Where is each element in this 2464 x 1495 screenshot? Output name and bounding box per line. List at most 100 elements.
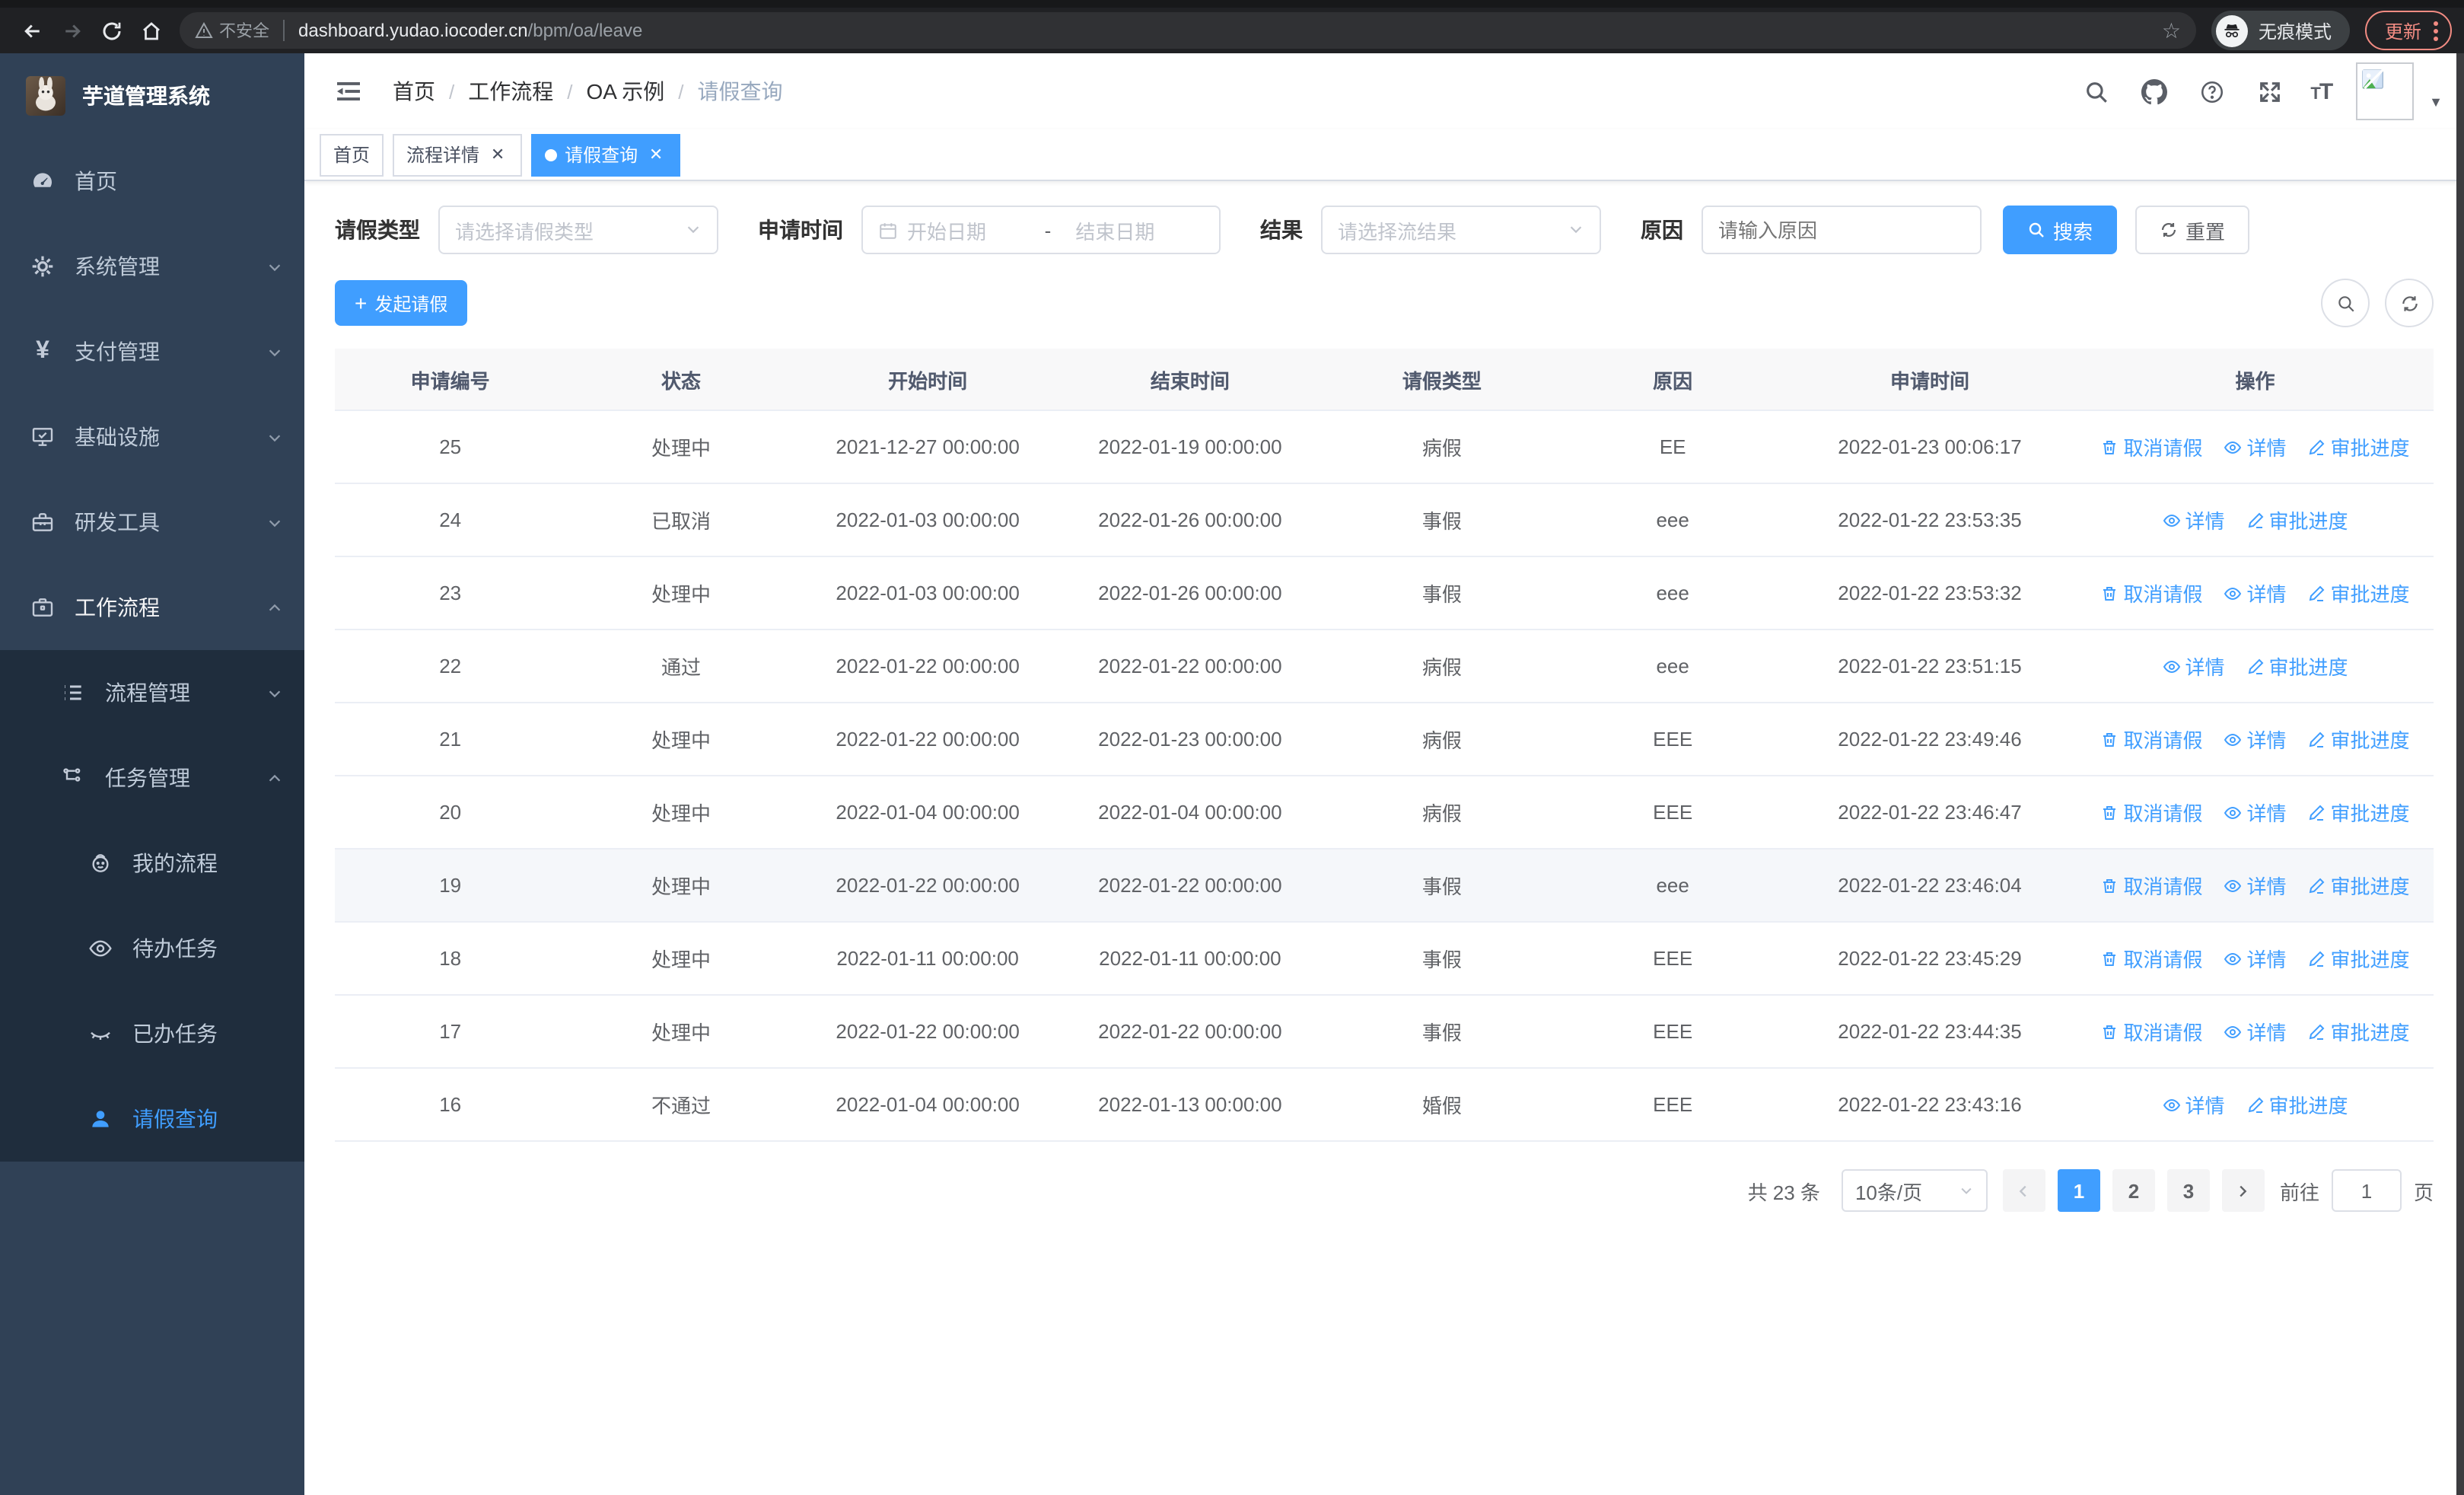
sidebar-item-todo-tasks[interactable]: 待办任务 bbox=[0, 906, 304, 991]
approval-progress-action[interactable]: 审批进度 bbox=[2308, 944, 2410, 973]
search-icon bbox=[2338, 295, 2354, 311]
broken-image-icon bbox=[2362, 69, 2384, 90]
pagination: 共 23 条 10条/页 123 前往 1 页 bbox=[335, 1169, 2434, 1212]
detail-action[interactable]: 详情 bbox=[2224, 871, 2287, 900]
detail-action[interactable]: 详情 bbox=[2224, 798, 2287, 827]
sidebar-collapse-icon[interactable] bbox=[326, 69, 371, 114]
sidebar-item-task-mgmt[interactable]: 任务管理 bbox=[0, 735, 304, 821]
not-secure-badge[interactable]: 不安全 bbox=[195, 18, 269, 43]
leave-type-select[interactable]: 请选择请假类型 bbox=[438, 206, 718, 254]
sidebar-item-dev-tools[interactable]: 研发工具 bbox=[0, 480, 304, 565]
page-button-1[interactable]: 1 bbox=[2057, 1169, 2100, 1212]
tag-leave-query[interactable]: 请假查询 ✕ bbox=[531, 133, 681, 176]
sidebar-item-label: 待办任务 bbox=[132, 936, 218, 961]
approval-progress-action[interactable]: 审批进度 bbox=[2308, 798, 2410, 827]
edit-icon bbox=[2310, 1023, 2325, 1039]
detail-action[interactable]: 详情 bbox=[2163, 505, 2225, 534]
github-icon[interactable] bbox=[2137, 75, 2170, 108]
sidebar-item-system[interactable]: 系统管理 bbox=[0, 224, 304, 309]
browser-menu-icon[interactable] bbox=[2434, 21, 2438, 40]
tag-process-detail[interactable]: 流程详情 ✕ bbox=[393, 133, 523, 176]
cell-leave-type: 事假 bbox=[1321, 483, 1563, 557]
breadcrumb-home[interactable]: 首页 bbox=[393, 76, 435, 107]
sidebar-item-my-process[interactable]: 我的流程 bbox=[0, 821, 304, 906]
approval-progress-action[interactable]: 审批进度 bbox=[2308, 1017, 2410, 1046]
avatar[interactable] bbox=[2356, 62, 2415, 120]
reason-input[interactable] bbox=[1702, 206, 1982, 254]
create-leave-button[interactable]: + 发起请假 bbox=[335, 280, 468, 326]
cell-start-time: 2022-01-03 00:00:00 bbox=[796, 556, 1059, 630]
reload-icon[interactable] bbox=[91, 11, 131, 50]
tag-home[interactable]: 首页 bbox=[320, 133, 384, 176]
back-icon[interactable] bbox=[12, 11, 52, 50]
cancel-leave-action[interactable]: 取消请假 bbox=[2100, 725, 2203, 754]
prev-page-button[interactable] bbox=[2002, 1169, 2045, 1212]
reset-button[interactable]: 重置 bbox=[2135, 206, 2250, 254]
approval-progress-action[interactable]: 审批进度 bbox=[2308, 871, 2410, 900]
detail-action[interactable]: 详情 bbox=[2224, 432, 2287, 461]
cancel-leave-action[interactable]: 取消请假 bbox=[2100, 432, 2203, 461]
cell-apply-id: 16 bbox=[335, 1068, 566, 1142]
scrollbar[interactable] bbox=[2456, 53, 2464, 1495]
search-button[interactable]: 搜索 bbox=[2003, 206, 2118, 254]
bookmark-star-icon[interactable]: ☆ bbox=[2162, 20, 2181, 41]
cell-start-time: 2022-01-22 00:00:00 bbox=[796, 849, 1059, 923]
sidebar-logo[interactable]: 芋道管理系统 bbox=[0, 53, 304, 139]
cell-status: 处理中 bbox=[565, 703, 797, 776]
sidebar-item-infrastructure[interactable]: 基础设施 bbox=[0, 394, 304, 480]
sidebar-item-home[interactable]: 首页 bbox=[0, 139, 304, 224]
approval-progress-action[interactable]: 审批进度 bbox=[2308, 432, 2410, 461]
cell-end-time: 2022-01-23 00:00:00 bbox=[1059, 703, 1322, 776]
cell-start-time: 2022-01-03 00:00:00 bbox=[796, 483, 1059, 557]
apply-time-range-picker[interactable]: 开始日期 - 结束日期 bbox=[861, 206, 1221, 254]
approval-progress-action[interactable]: 审批进度 bbox=[2308, 725, 2410, 754]
approval-progress-action[interactable]: 审批进度 bbox=[2246, 505, 2348, 534]
fullscreen-icon[interactable] bbox=[2252, 75, 2286, 108]
page-button-2[interactable]: 2 bbox=[2112, 1169, 2155, 1212]
goto-suffix: 页 bbox=[2413, 1181, 2434, 1203]
approval-progress-action[interactable]: 审批进度 bbox=[2308, 579, 2410, 607]
cell-actions: 详情 审批进度 bbox=[2077, 630, 2434, 703]
cancel-leave-action[interactable]: 取消请假 bbox=[2100, 871, 2203, 900]
detail-action[interactable]: 详情 bbox=[2224, 1017, 2287, 1046]
search-icon[interactable] bbox=[2079, 75, 2112, 108]
sidebar-item-done-tasks[interactable]: 已办任务 bbox=[0, 991, 304, 1076]
breadcrumb-workflow[interactable]: 工作流程 bbox=[468, 76, 553, 107]
sidebar-item-payment[interactable]: ¥ 支付管理 bbox=[0, 309, 304, 394]
close-icon[interactable]: ✕ bbox=[487, 144, 508, 165]
home-icon[interactable] bbox=[131, 11, 170, 50]
help-icon[interactable] bbox=[2195, 75, 2228, 108]
next-page-button[interactable] bbox=[2221, 1169, 2265, 1212]
detail-action[interactable]: 详情 bbox=[2224, 725, 2287, 754]
workflow-submenu: 流程管理 任务管理 我的流程 待办任务 已办任务 请假查询 bbox=[0, 650, 304, 1162]
sidebar-item-workflow[interactable]: 工作流程 bbox=[0, 565, 304, 650]
page-size-select[interactable]: 10条/页 bbox=[1841, 1169, 1988, 1212]
cell-end-time: 2022-01-11 00:00:00 bbox=[1059, 922, 1322, 996]
forward-icon[interactable] bbox=[52, 11, 91, 50]
refresh-table-button[interactable] bbox=[2385, 279, 2434, 327]
detail-action[interactable]: 详情 bbox=[2224, 944, 2287, 973]
address-bar[interactable]: 不安全 dashboard.yudao.iocoder.cn/bpm/oa/le… bbox=[180, 12, 2196, 49]
edit-icon bbox=[2248, 658, 2263, 674]
sidebar-item-leave-query[interactable]: 请假查询 bbox=[0, 1076, 304, 1162]
cell-apply-time: 2022-01-22 23:46:04 bbox=[1782, 849, 2077, 923]
cancel-leave-action[interactable]: 取消请假 bbox=[2100, 798, 2203, 827]
detail-action[interactable]: 详情 bbox=[2163, 1090, 2225, 1119]
browser-update-button[interactable]: 更新 bbox=[2364, 11, 2452, 50]
result-select[interactable]: 请选择流结果 bbox=[1321, 206, 1601, 254]
cancel-leave-action[interactable]: 取消请假 bbox=[2100, 944, 2203, 973]
caret-down-icon[interactable]: ▼ bbox=[2429, 94, 2443, 110]
detail-action[interactable]: 详情 bbox=[2163, 652, 2225, 681]
approval-progress-action[interactable]: 审批进度 bbox=[2246, 652, 2348, 681]
page-button-3[interactable]: 3 bbox=[2166, 1169, 2210, 1212]
font-size-icon[interactable]: TT bbox=[2310, 78, 2333, 104]
show-search-button[interactable] bbox=[2321, 279, 2370, 327]
cancel-leave-action[interactable]: 取消请假 bbox=[2100, 579, 2203, 607]
cancel-leave-action[interactable]: 取消请假 bbox=[2100, 1017, 2203, 1046]
goto-page-input[interactable] bbox=[2331, 1169, 2402, 1212]
close-icon[interactable]: ✕ bbox=[645, 144, 667, 165]
approval-progress-action[interactable]: 审批进度 bbox=[2246, 1090, 2348, 1119]
detail-action[interactable]: 详情 bbox=[2224, 579, 2287, 607]
breadcrumb-oa-example[interactable]: OA 示例 bbox=[587, 76, 665, 107]
sidebar-item-process-mgmt[interactable]: 流程管理 bbox=[0, 650, 304, 735]
